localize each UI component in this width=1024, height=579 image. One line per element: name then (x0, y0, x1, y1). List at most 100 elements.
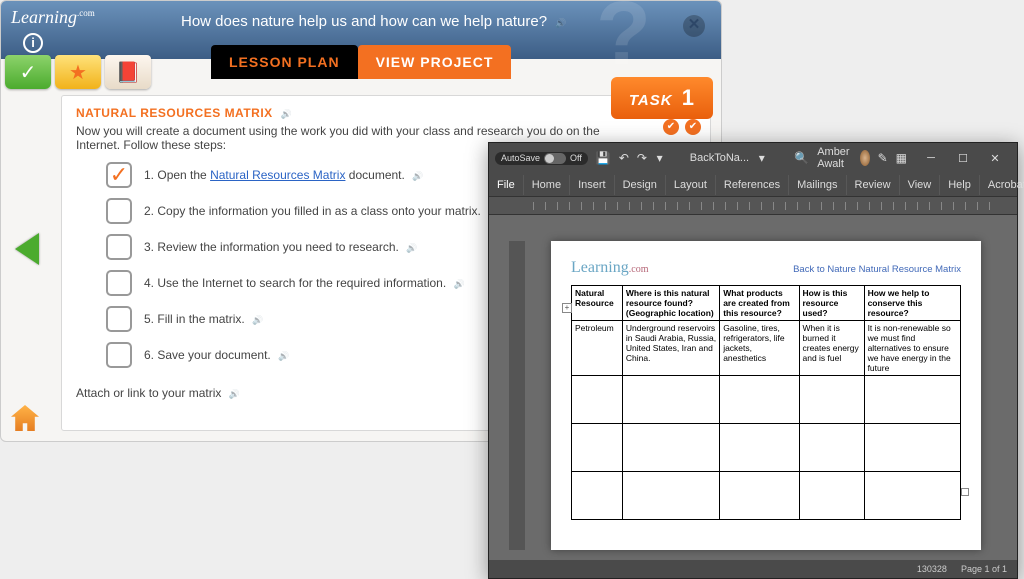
col-header[interactable]: Natural Resource (572, 286, 623, 321)
tab-lesson-plan[interactable]: LESSON PLAN (211, 45, 358, 79)
speaker-icon[interactable] (555, 13, 565, 23)
table-row-empty[interactable] (572, 376, 961, 424)
step-number: 4. (144, 276, 154, 290)
step-checkbox[interactable]: ✓ (106, 162, 132, 188)
pen-icon[interactable]: ✎ (878, 150, 888, 166)
ribbon-tab-design[interactable]: Design (615, 175, 666, 195)
table-row-empty[interactable] (572, 424, 961, 472)
step-prefix: Open the (157, 168, 210, 182)
speaker-icon[interactable] (454, 276, 464, 286)
cell-products[interactable]: Gasoline, tires, refrigerators, life jac… (720, 321, 799, 376)
info-icon[interactable]: i (23, 33, 43, 53)
speaker-icon[interactable] (406, 240, 416, 250)
step-number: 1. (144, 168, 154, 182)
word-titlebar[interactable]: AutoSave Off 💾 ↶ ↷ ▾ BackToNa... ▾ 🔍 Amb… (489, 143, 1017, 173)
user-account[interactable]: Amber Awalt (817, 146, 869, 170)
avatar-icon (860, 150, 870, 166)
cell-where[interactable]: Underground reservoirs in Saudi Arabia, … (622, 321, 719, 376)
ribbon-options-icon[interactable]: ▦ (896, 150, 907, 166)
col-header[interactable]: Where is this natural resource found? (G… (622, 286, 719, 321)
ribbon-tab-layout[interactable]: Layout (666, 175, 716, 195)
speaker-icon[interactable] (278, 348, 288, 358)
maximize-button[interactable]: ☐ (947, 147, 979, 169)
ribbon-tab-references[interactable]: References (716, 175, 789, 195)
minimize-button[interactable]: ─ (915, 147, 947, 169)
step-number: 5. (144, 312, 154, 326)
check-dot-icon[interactable]: ✔ (685, 119, 701, 135)
star-tab-icon[interactable]: ★ (55, 55, 101, 89)
step-number: 2. (144, 204, 154, 218)
speaker-icon[interactable] (412, 168, 422, 178)
step-text: Use the Internet to search for the requi… (157, 276, 446, 290)
tab-view-project[interactable]: VIEW PROJECT (358, 45, 512, 79)
cell-resource[interactable]: Petroleum (572, 321, 623, 376)
ribbon-tab-mailings[interactable]: Mailings (789, 175, 846, 195)
redo-icon[interactable]: ↷ (637, 150, 647, 166)
brand-suffix: .com (629, 264, 649, 275)
table-resize-handle-icon[interactable] (961, 488, 969, 496)
ribbon-tab-insert[interactable]: Insert (570, 175, 615, 195)
speaker-icon[interactable] (281, 106, 291, 116)
autosave-state: Off (570, 153, 582, 163)
col-header[interactable]: What products are created from this reso… (720, 286, 799, 321)
tool-tab-strip: ✓ ★ 📕 (5, 55, 151, 95)
section-title-text: NATURAL RESOURCES MATRIX (76, 106, 273, 120)
document-title: BackToNa... (690, 152, 749, 164)
step-checkbox[interactable] (106, 270, 132, 296)
brand-text: Learning (571, 259, 629, 276)
autosave-toggle[interactable]: AutoSave Off (495, 152, 588, 165)
step-checkbox[interactable] (106, 306, 132, 332)
table-move-handle-icon[interactable]: + (562, 303, 572, 313)
speaker-icon[interactable] (229, 386, 239, 396)
home-icon[interactable] (11, 405, 39, 431)
col-header[interactable]: How we help to conserve this resource? (864, 286, 960, 321)
logo-text: Learning (11, 7, 77, 27)
undo-icon[interactable]: ↶ (619, 150, 629, 166)
progress-check-dots: ✔ ✔ (663, 119, 701, 135)
attach-text: Attach or link to your matrix (76, 386, 221, 400)
save-icon[interactable]: 💾 (596, 150, 611, 166)
qat-dropdown-icon[interactable]: ▾ (655, 150, 664, 166)
close-icon[interactable]: ✕ (683, 15, 705, 37)
question-mark-decoration: ? (596, 0, 651, 86)
back-arrow-icon[interactable] (15, 233, 39, 265)
checkmark-tab-icon[interactable]: ✓ (5, 55, 51, 89)
step-text: Fill in the matrix. (157, 312, 244, 326)
ribbon-tab-view[interactable]: View (900, 175, 941, 195)
logo-suffix: .com (77, 8, 95, 18)
ribbon-tab-file[interactable]: File (489, 175, 524, 195)
task-badge[interactable]: TASK 1 (611, 77, 713, 119)
ribbon-tab-acrobat[interactable]: Acrobat (980, 175, 1024, 195)
close-button[interactable]: ✕ (979, 147, 1011, 169)
step-text: Review the information you need to resea… (157, 240, 398, 254)
step-number: 3. (144, 240, 154, 254)
document-page[interactable]: Learning.com Back to Nature Natural Reso… (551, 241, 981, 550)
dictionary-tab-icon[interactable]: 📕 (105, 55, 151, 89)
natural-resources-matrix-link[interactable]: Natural Resources Matrix (210, 168, 345, 182)
status-code: 130328 (917, 564, 947, 574)
ribbon-tab-home[interactable]: Home (524, 175, 570, 195)
search-icon[interactable]: 🔍 (794, 150, 809, 166)
step-checkbox[interactable] (106, 342, 132, 368)
document-canvas[interactable]: Learning.com Back to Nature Natural Reso… (489, 215, 1017, 560)
table-row-empty[interactable] (572, 472, 961, 520)
doc-dropdown-icon[interactable]: ▾ (757, 150, 766, 166)
vertical-ruler[interactable] (509, 241, 525, 550)
horizontal-ruler[interactable] (489, 197, 1017, 215)
window-controls: ─ ☐ ✕ (915, 147, 1011, 169)
section-title: NATURAL RESOURCES MATRIX (76, 106, 696, 120)
word-status-bar[interactable]: 130328 Page 1 of 1 (489, 560, 1017, 578)
step-checkbox[interactable] (106, 234, 132, 260)
cell-conserve[interactable]: It is non-renewable so we must find alte… (864, 321, 960, 376)
check-dot-icon[interactable]: ✔ (663, 119, 679, 135)
step-checkbox[interactable] (106, 198, 132, 224)
word-window: AutoSave Off 💾 ↶ ↷ ▾ BackToNa... ▾ 🔍 Amb… (488, 142, 1018, 579)
toggle-icon[interactable] (544, 153, 566, 164)
ribbon-tab-help[interactable]: Help (940, 175, 980, 195)
table-row[interactable]: Petroleum Underground reservoirs in Saud… (572, 321, 961, 376)
cell-used[interactable]: When it is burned it creates energy and … (799, 321, 864, 376)
speaker-icon[interactable] (252, 312, 262, 322)
resource-matrix-table[interactable]: Natural Resource Where is this natural r… (571, 285, 961, 520)
col-header[interactable]: How is this resource used? (799, 286, 864, 321)
ribbon-tab-review[interactable]: Review (847, 175, 900, 195)
